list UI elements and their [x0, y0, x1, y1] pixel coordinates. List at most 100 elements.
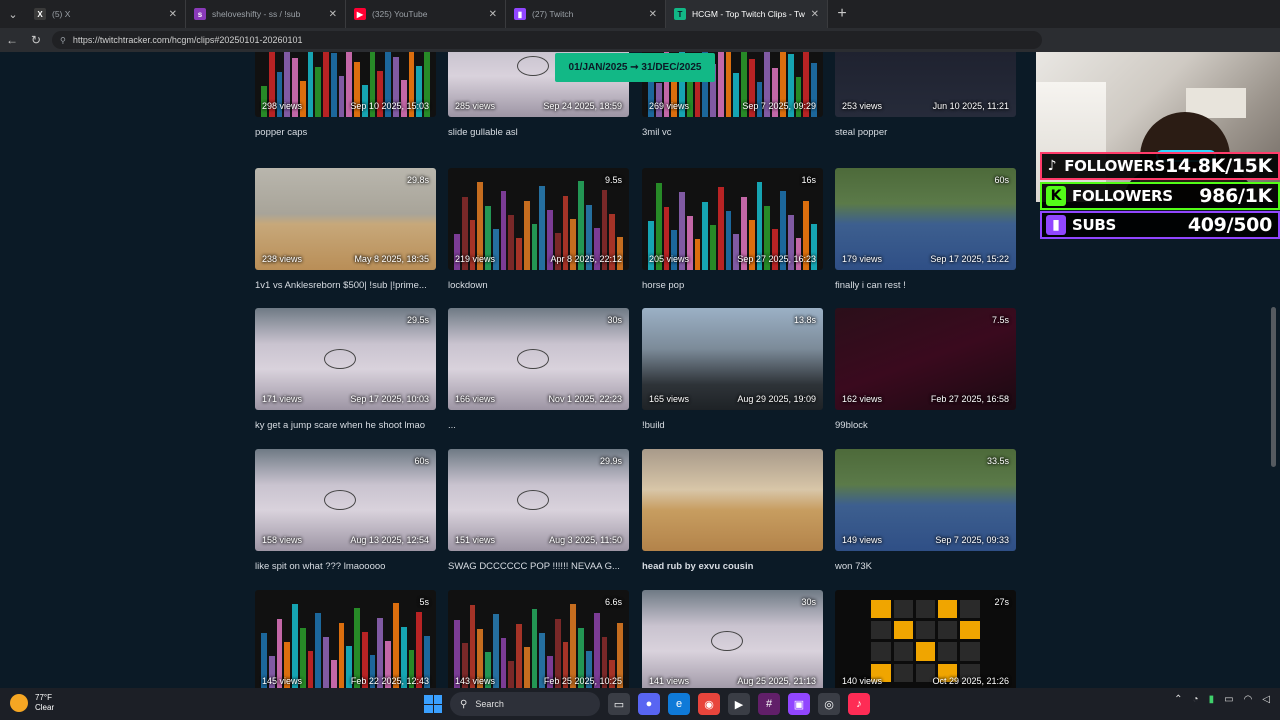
clip-title[interactable]: won 73K — [835, 561, 1016, 572]
close-tab-icon[interactable]: ✕ — [649, 9, 657, 20]
search-icon: ⚲ — [460, 698, 468, 710]
clip-thumbnail[interactable]: 253 views Jun 10 2025, 11:21 — [835, 52, 1016, 117]
clip-title[interactable]: 3mil vc — [642, 127, 823, 138]
clip-title[interactable]: ... — [448, 420, 629, 431]
clip-date: Aug 25 2025, 21:13 — [737, 676, 816, 686]
file-explorer-icon[interactable]: ▭ — [608, 693, 630, 715]
twitch-icon: ▮ — [1046, 215, 1066, 235]
clip-card[interactable]: 60s 179 views Sep 17 2025, 15:22 finally i … — [835, 168, 1016, 291]
clip-title[interactable]: head rub by exvu cousin — [642, 561, 823, 572]
clip-title[interactable]: finally i can rest ! — [835, 280, 1016, 291]
tab-youtube[interactable]: ▶ (325) YouTube ✕ — [346, 0, 506, 28]
clip-thumbnail[interactable]: 60s 179 views Sep 17 2025, 15:22 — [835, 168, 1016, 270]
back-icon[interactable]: ← — [0, 28, 24, 52]
tab-x[interactable]: X (5) X ✕ — [26, 0, 186, 28]
clip-title[interactable]: SWAG DCCCCCC POP !!!!!! NEVAA G... — [448, 561, 629, 572]
clip-thumbnail[interactable]: 16s 205 views Sep 27 2025, 16:23 — [642, 168, 823, 270]
clip-card[interactable]: 298 views Sep 10 2025, 15:03 popper caps — [255, 52, 436, 138]
close-tab-icon[interactable]: ✕ — [489, 9, 497, 20]
clip-card[interactable]: 5s 145 views Feb 22 2025, 12:43 — [255, 590, 436, 688]
address-bar[interactable]: ⚲ https://twitchtracker.com/hcgm/clips#2… — [52, 31, 1042, 49]
media-player-icon[interactable]: ▶ — [728, 693, 750, 715]
mic-icon[interactable]: ▮ — [1209, 694, 1215, 705]
clip-card[interactable]: 29.9s 151 views Aug 3 2025, 11:50 SWAG DCCC… — [448, 449, 629, 572]
clip-title[interactable]: ky get a jump scare when he shoot lmao — [255, 420, 436, 431]
taskbar-search[interactable]: ⚲ Search — [450, 692, 600, 716]
clip-card[interactable]: 29.8s 238 views May 8 2025, 18:35 1v1 vs An… — [255, 168, 436, 291]
goal-kick-followers: K FOLLOWERS 986/1K — [1040, 182, 1280, 210]
clip-thumbnail[interactable]: 29.5s 171 views Sep 17 2025, 10:03 — [255, 308, 436, 410]
clip-card[interactable]: 27s 140 views Oct 29 2025, 21:26 — [835, 590, 1016, 688]
clip-card[interactable]: 30s 166 views Nov 1 2025, 22:23... — [448, 308, 629, 431]
clip-title[interactable]: steal popper — [835, 127, 1016, 138]
clip-thumbnail[interactable]: 9.5s 219 views Apr 8 2025, 22:12 — [448, 168, 629, 270]
clip-card[interactable]: 16s 205 views Sep 27 2025, 16:23 horse pop — [642, 168, 823, 291]
clip-title[interactable]: horse pop — [642, 280, 823, 291]
clip-card[interactable]: 6.6s 143 views Feb 25 2025, 10:25 — [448, 590, 629, 688]
reload-icon[interactable]: ↻ — [24, 28, 48, 52]
clip-title[interactable]: popper caps — [255, 127, 436, 138]
slack-icon[interactable]: # — [758, 693, 780, 715]
tab-twitch[interactable]: ▮ (27) Twitch ✕ — [506, 0, 666, 28]
new-tab-button[interactable]: + — [828, 0, 856, 28]
date-range-filter[interactable]: 01/JAN/2025 ➞ 31/DEC/2025 — [555, 53, 715, 82]
tab-twitchtracker[interactable]: T HCGM - Top Twitch Clips - TwitchTracke… — [666, 0, 828, 28]
clip-title[interactable]: 99block — [835, 420, 1016, 431]
obs-icon[interactable]: ◎ — [818, 693, 840, 715]
clip-card[interactable]: 33.5s 149 views Sep 7 2025, 09:33 won 73K — [835, 449, 1016, 572]
chevron-up-icon[interactable]: ⌃ — [1174, 694, 1182, 705]
clip-card[interactable]: 29.5s 171 views Sep 17 2025, 10:03 ky get a… — [255, 308, 436, 431]
site-info-icon[interactable]: ⚲ — [60, 36, 66, 45]
clip-thumbnail[interactable]: 60s 158 views Aug 13 2025, 12:54 — [255, 449, 436, 551]
scrollbar-thumb[interactable] — [1271, 307, 1276, 467]
clip-date: Aug 13 2025, 12:54 — [350, 535, 429, 545]
wifi-icon[interactable]: ◠ — [1244, 694, 1253, 705]
clip-thumbnail[interactable]: 30s 166 views Nov 1 2025, 22:23 — [448, 308, 629, 410]
clip-thumbnail[interactable]: 13.8s 165 views Aug 29 2025, 19:09 — [642, 308, 823, 410]
clip-thumbnail[interactable]: 33.5s 149 views Sep 7 2025, 09:33 — [835, 449, 1016, 551]
tab-search-button[interactable]: ⌄ — [0, 0, 26, 28]
close-tab-icon[interactable]: ✕ — [329, 9, 337, 20]
clip-card[interactable]: 253 views Jun 10 2025, 11:21 steal popper — [835, 52, 1016, 138]
close-tab-icon[interactable]: ✕ — [811, 9, 819, 20]
tiktok-live-icon[interactable]: ♪ — [848, 693, 870, 715]
discord-icon[interactable]: ● — [638, 693, 660, 715]
clip-thumbnail[interactable]: 7.5s 162 views Feb 27 2025, 16:58 — [835, 308, 1016, 410]
clip-card[interactable]: 7.5s 162 views Feb 27 2025, 16:58 99block — [835, 308, 1016, 431]
display-icon[interactable]: ▭ — [1224, 694, 1233, 705]
clip-thumbnail[interactable]: 6.6s 143 views Feb 25 2025, 10:25 — [448, 590, 629, 688]
clip-views: 205 views — [649, 254, 690, 264]
clip-thumbnail[interactable]: 5s 145 views Feb 22 2025, 12:43 — [255, 590, 436, 688]
clip-title[interactable]: slide gullable asl — [448, 127, 629, 138]
clip-card[interactable]: 9.5s 219 views Apr 8 2025, 22:12 lockdown — [448, 168, 629, 291]
clip-card[interactable]: 13.8s 165 views Aug 29 2025, 19:09 !build — [642, 308, 823, 431]
clip-title[interactable]: like spit on what ??? lmaooooo — [255, 561, 436, 572]
tab-sheloveshifty[interactable]: s sheloveshifty - ss / !sub ✕ — [186, 0, 346, 28]
clip-thumbnail[interactable]: 298 views Sep 10 2025, 15:03 — [255, 52, 436, 117]
clip-thumbnail[interactable] — [642, 449, 823, 551]
clip-thumbnail[interactable]: 27s 140 views Oct 29 2025, 21:26 — [835, 590, 1016, 688]
start-button[interactable] — [424, 695, 442, 713]
clip-title[interactable]: 1v1 vs Anklesreborn $500| !sub |!prime..… — [255, 280, 436, 291]
clip-thumbnail[interactable]: 30s 141 views Aug 25 2025, 21:13 — [642, 590, 823, 688]
clip-card[interactable]: 30s 141 views Aug 25 2025, 21:13 — [642, 590, 823, 688]
tab-title: (27) Twitch — [532, 9, 574, 19]
clip-date: Aug 3 2025, 11:50 — [549, 535, 622, 545]
chrome-icon[interactable]: ◉ — [698, 693, 720, 715]
app-icon[interactable]: ▣ — [788, 693, 810, 715]
clip-thumbnail[interactable]: 29.8s 238 views May 8 2025, 18:35 — [255, 168, 436, 270]
clip-card[interactable]: head rub by exvu cousin — [642, 449, 823, 572]
close-tab-icon[interactable]: ✕ — [169, 9, 177, 20]
clip-card[interactable]: 60s 158 views Aug 13 2025, 12:54 like spit … — [255, 449, 436, 572]
clip-title[interactable]: !build — [642, 420, 823, 431]
page-scrollbar[interactable] — [1270, 52, 1276, 688]
network-icon[interactable]: ◔ — [1193, 694, 1199, 705]
edge-icon[interactable]: e — [668, 693, 690, 715]
weather-widget[interactable]: 77°F Clear — [10, 693, 54, 713]
volume-icon[interactable]: ◁ — [1262, 694, 1270, 705]
goal-label: FOLLOWERS — [1064, 157, 1165, 175]
clip-date: Feb 27 2025, 16:58 — [930, 394, 1009, 404]
clip-title[interactable]: lockdown — [448, 280, 629, 291]
clip-thumbnail[interactable]: 29.9s 151 views Aug 3 2025, 11:50 — [448, 449, 629, 551]
clip-duration: 27s — [994, 597, 1009, 607]
